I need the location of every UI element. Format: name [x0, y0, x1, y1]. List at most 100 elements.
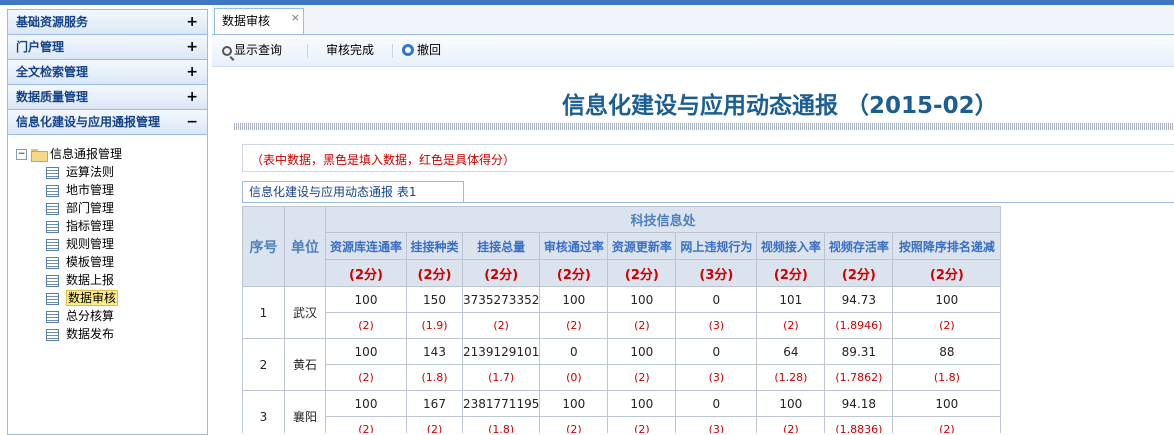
score-cell: (3)	[675, 312, 758, 339]
tree-item-label: 数据发布	[66, 327, 115, 341]
score-cell: (2)	[406, 416, 463, 433]
document-icon	[46, 184, 59, 197]
score-cell: (0)	[539, 364, 609, 391]
value-cell: 100	[607, 390, 677, 417]
score-cell: (1.8)	[461, 416, 541, 433]
collapse-icon[interactable]: −	[186, 110, 198, 134]
tree-item-score-calculation[interactable]: 总分核算	[8, 307, 207, 325]
score-cell: (1.8836)	[824, 416, 894, 433]
score-cell: (2)	[756, 312, 826, 339]
header-department: 科技信息处	[324, 206, 1002, 233]
expand-icon[interactable]: +	[186, 10, 198, 34]
tree-item-rule-management[interactable]: 规则管理	[8, 235, 207, 253]
title-divider	[234, 123, 1174, 130]
tree-item-data-audit[interactable]: 数据审核	[8, 289, 207, 307]
page-title: 信息化建设与应用动态通报 （2015-02）	[562, 93, 998, 119]
score-cell: (2)	[892, 416, 1002, 433]
tree-item-city-management[interactable]: 地市管理	[8, 181, 207, 199]
table-row-scores: (2) (2) (1.8) (2) (2) (3) (2) (1.8836) (…	[243, 416, 1002, 433]
score-cell: (2)	[607, 416, 677, 433]
expand-icon[interactable]: +	[186, 60, 198, 84]
column-max-score: (2分)	[607, 259, 677, 287]
value-cell: 100	[325, 286, 407, 313]
value-cell: 100	[539, 286, 609, 313]
table-row: 1 武汉 100 150 3735273352 100 100 0 101 94…	[242, 286, 1002, 339]
document-icon	[46, 328, 59, 341]
tree-item-label: 部门管理	[66, 201, 115, 215]
accordion-label: 信息化建设与应用通报管理	[16, 115, 161, 129]
value-cell: 101	[756, 286, 826, 313]
show-query-label: 显示查询	[234, 43, 283, 57]
row-index: 2	[242, 338, 285, 391]
tree-item-algorithm[interactable]: 运算法则	[8, 163, 207, 181]
header-unit: 单位	[284, 206, 326, 287]
audit-done-label: 审核完成	[326, 43, 375, 57]
value-cell: 94.18	[824, 390, 894, 417]
tree-item-indicator-management[interactable]: 指标管理	[8, 217, 207, 235]
document-icon	[46, 238, 59, 251]
tab-report-table-1[interactable]: 信息化建设与应用动态通报 表1	[242, 181, 464, 203]
tree-item-department-management[interactable]: 部门管理	[8, 199, 207, 217]
tree-item-label: 指标管理	[66, 219, 115, 233]
score-cell: (1.7)	[461, 364, 541, 391]
score-cell: (2)	[325, 364, 407, 391]
column-header: 资源更新率	[607, 232, 677, 260]
accordion-label: 门户管理	[16, 40, 65, 54]
row-city: 襄阳	[284, 390, 326, 433]
close-icon[interactable]: ×	[291, 6, 300, 30]
value-cell: 143	[406, 338, 463, 365]
accordion-info-report[interactable]: 信息化建设与应用通报管理 −	[8, 110, 207, 135]
tab-strip: 数据审核 ×	[212, 5, 1174, 35]
score-cell: (2)	[539, 312, 609, 339]
value-cell: 100	[607, 338, 677, 365]
tree-item-label: 运算法则	[66, 165, 115, 179]
table-row-scores: (2) (1.9) (2) (2) (2) (3) (2) (1.8946) (…	[243, 312, 1002, 339]
table-row: 2 黄石 100 143 2139129101 0 100 0 64 89.31…	[242, 338, 1002, 391]
value-cell: 2381771195	[461, 390, 541, 417]
document-icon	[46, 292, 59, 305]
value-cell: 0	[675, 390, 758, 417]
value-cell: 100	[892, 286, 1002, 313]
audit-done-button[interactable]: 审核完成	[326, 41, 374, 59]
accordion-data-quality[interactable]: 数据质量管理 +	[8, 85, 207, 110]
score-cell: (1.8946)	[824, 312, 894, 339]
tab-data-audit[interactable]: 数据审核 ×	[214, 8, 304, 34]
expand-icon[interactable]: +	[186, 85, 198, 109]
tree-item-label: 模板管理	[66, 255, 115, 269]
accordion-fulltext-search[interactable]: 全文检索管理 +	[8, 60, 207, 85]
row-city: 武汉	[284, 286, 326, 339]
score-cell: (2)	[607, 364, 677, 391]
document-icon	[46, 274, 59, 287]
tree-node-label: 信息通报管理	[50, 147, 123, 161]
tree-item-template-management[interactable]: 模板管理	[8, 253, 207, 271]
accordion-portal[interactable]: 门户管理 +	[8, 35, 207, 60]
accordion-label: 数据质量管理	[16, 90, 89, 104]
legend-note-text: （表中数据，黑色是填入数据，红色是具体得分）	[251, 153, 516, 167]
accordion-basic-resources[interactable]: 基础资源服务 +	[8, 10, 207, 35]
tree-collapse-icon[interactable]: −	[16, 149, 27, 160]
tree-item-label: 数据审核	[66, 290, 119, 306]
report-table: 序号 单位 科技信息处 资源库连通率 挂接种类 挂接总量 审核通过率 资源更新率…	[242, 206, 1002, 433]
score-cell: (1.9)	[406, 312, 463, 339]
column-header: 资源库连通率	[325, 232, 407, 260]
toolbar-separator	[392, 44, 393, 58]
tree-item-data-report[interactable]: 数据上报	[8, 271, 207, 289]
show-query-button[interactable]: 显示查询	[222, 41, 282, 59]
tree-item-data-publish[interactable]: 数据发布	[8, 325, 207, 343]
score-cell: (1.7862)	[824, 364, 894, 391]
revoke-button[interactable]: 撤回	[402, 41, 441, 59]
expand-icon[interactable]: +	[186, 35, 198, 59]
tree-node-info-report[interactable]: − 信息通报管理	[8, 145, 207, 163]
value-cell: 100	[325, 338, 407, 365]
tree-item-label: 规则管理	[66, 237, 115, 251]
report-content: 信息化建设与应用动态通报 （2015-02） （表中数据，黑色是填入数据，红色是…	[212, 67, 1174, 433]
document-icon	[46, 256, 59, 269]
header-index: 序号	[242, 206, 285, 287]
column-header: 视频存活率	[824, 232, 894, 260]
revoke-label: 撤回	[417, 43, 442, 57]
column-max-score: (2分)	[461, 259, 541, 287]
value-cell: 88	[892, 338, 1002, 365]
document-icon	[46, 220, 59, 233]
value-cell: 89.31	[824, 338, 894, 365]
value-cell: 100	[325, 390, 407, 417]
